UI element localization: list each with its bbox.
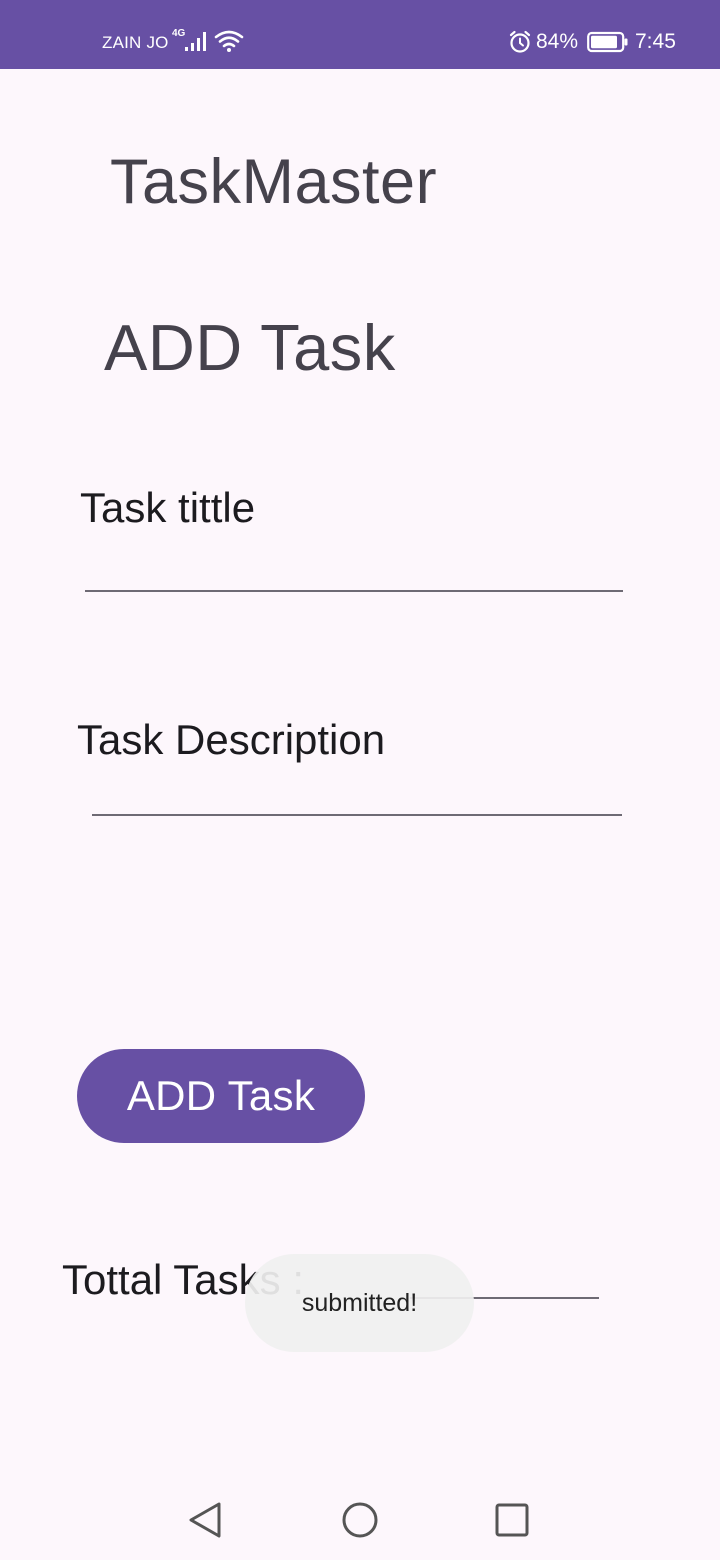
screen: ZAIN JO 4G 84% 7:45 TaskMaster ADD Task … (0, 0, 720, 1560)
task-title-underline (85, 590, 623, 592)
add-task-button[interactable]: ADD Task (77, 1049, 365, 1143)
page-heading: ADD Task (104, 311, 396, 384)
navigation-bar (0, 1470, 720, 1560)
back-icon[interactable] (186, 1500, 224, 1540)
status-time: 7:45 (635, 30, 676, 53)
toast-text: submitted! (301, 1288, 418, 1317)
signal-icon (185, 32, 206, 51)
task-description-label: Task Description (77, 716, 386, 763)
task-title-label: Task tittle (80, 484, 256, 531)
home-icon[interactable] (340, 1500, 380, 1540)
status-bar: ZAIN JO 4G 84% 7:45 (0, 0, 720, 69)
alarm-icon (509, 30, 531, 53)
toast-message: submitted! (245, 1254, 474, 1352)
task-title-input[interactable] (85, 540, 623, 588)
battery-icon (587, 31, 628, 53)
task-description-underline (92, 814, 622, 816)
recent-apps-icon[interactable] (494, 1502, 530, 1538)
app-title: TaskMaster (110, 147, 438, 217)
battery-percent: 84% (536, 30, 579, 53)
carrier-name: ZAIN JO (102, 33, 169, 52)
task-description-input[interactable] (92, 764, 622, 812)
wifi-icon (214, 30, 244, 52)
